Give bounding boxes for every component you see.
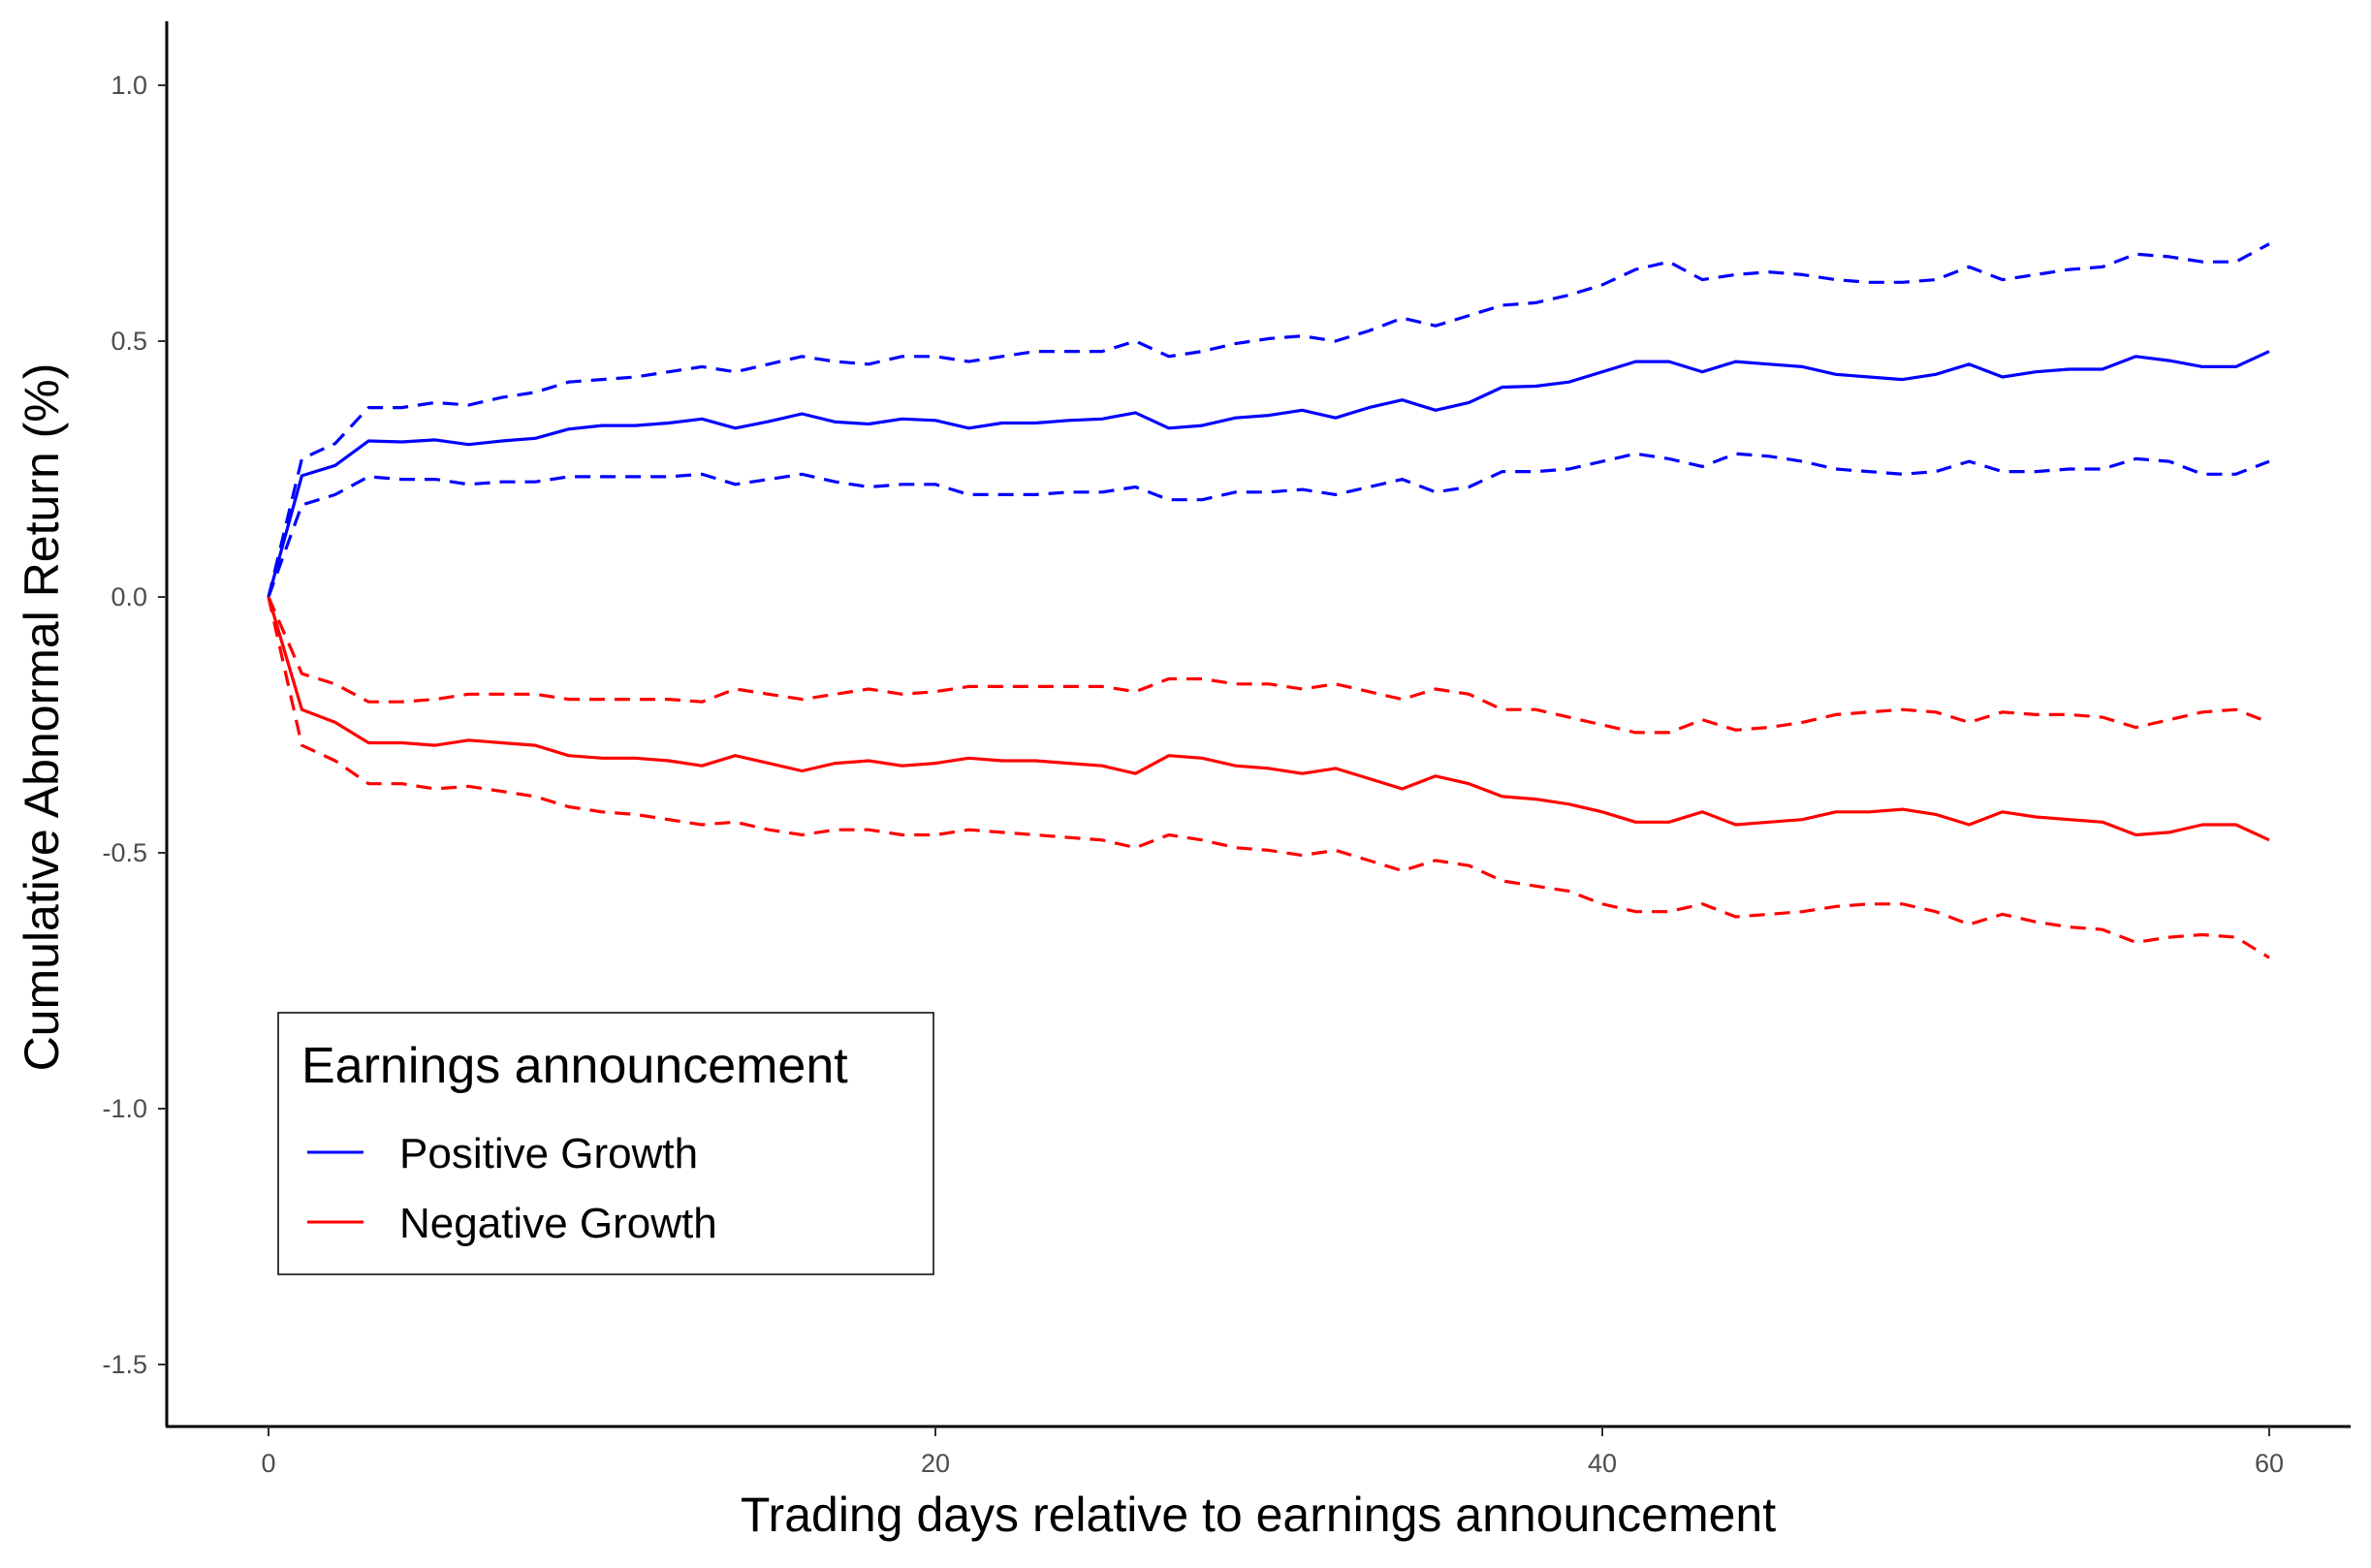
- series-line-positive-growth: [267, 350, 2270, 598]
- legend-label-positive: Positive Growth: [399, 1130, 698, 1177]
- y-tick-label: 1.0: [111, 71, 147, 100]
- legend-title: Earnings announcement: [301, 1038, 848, 1094]
- x-ticks: 0 20 40 60: [261, 1427, 2284, 1478]
- series-layer: [267, 242, 2270, 959]
- series-line-positive-growth-upper-ci: [267, 242, 2270, 598]
- x-tick-label: 60: [2255, 1449, 2284, 1478]
- series-line-negative-growth-upper-ci: [267, 596, 2270, 735]
- y-axis-title: Cumulative Abnormal Return (%): [15, 363, 69, 1072]
- legend-label-negative: Negative Growth: [399, 1200, 717, 1247]
- y-ticks: 1.0 0.5 0.0 -0.5 -1.0 -1.5: [102, 71, 167, 1379]
- x-tick-label: 20: [921, 1449, 950, 1478]
- y-tick-label: 0.0: [111, 582, 147, 612]
- series-line-negative-growth: [267, 596, 2270, 842]
- y-tick-label: -1.0: [102, 1094, 147, 1123]
- chart: 1.0 0.5 0.0 -0.5 -1.0 -1.5 0 20 40 60 Cumulative…: [15, 21, 2351, 1542]
- x-tick-label: 40: [1588, 1449, 1617, 1478]
- series-line-positive-growth-lower-ci: [267, 452, 2270, 598]
- y-tick-label: 0.5: [111, 327, 147, 356]
- y-tick-label: -0.5: [102, 838, 147, 867]
- y-tick-label: -1.5: [102, 1350, 147, 1379]
- x-axis-title: Trading days relative to earnings announ…: [741, 1488, 1776, 1542]
- legend: Earnings announcement Positive Growth Ne…: [277, 1012, 934, 1275]
- x-tick-label: 0: [261, 1449, 275, 1478]
- series-line-negative-growth-lower-ci: [267, 596, 2270, 959]
